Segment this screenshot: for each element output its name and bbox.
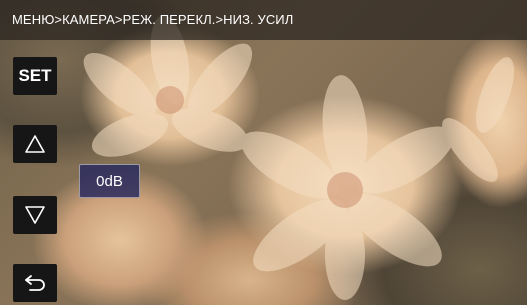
flower-petals <box>83 15 514 300</box>
up-button[interactable] <box>13 125 57 163</box>
set-button[interactable]: SET <box>13 57 57 95</box>
gain-value-display: 0dB <box>79 164 140 198</box>
down-button[interactable] <box>13 196 57 234</box>
gain-value-text: 0dB <box>96 172 123 190</box>
triangle-up-icon <box>25 135 45 153</box>
return-arrow-icon <box>25 275 45 291</box>
background-photo <box>0 0 527 305</box>
triangle-down-icon <box>25 206 45 224</box>
menu-breadcrumb: МЕНЮ>КАМЕРА>РЕЖ. ПЕРЕКЛ.>НИЗ. УСИЛ <box>0 0 527 40</box>
set-label: SET <box>18 66 52 85</box>
back-button[interactable] <box>13 264 57 302</box>
